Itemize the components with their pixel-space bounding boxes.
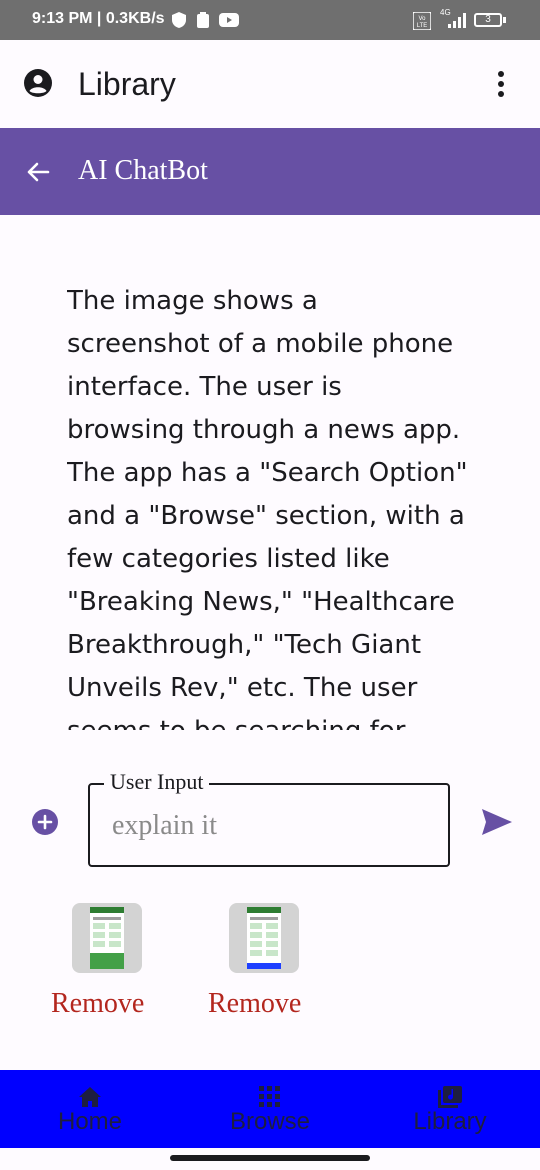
more-vert-icon[interactable] (495, 70, 507, 98)
status-bar: 9:13 PM | 0.3KB/s Vo LTE 4G 3 (0, 0, 540, 40)
chatbot-response: The image shows a screenshot of a mobile… (67, 286, 468, 730)
home-icon (79, 1087, 101, 1107)
nav-item-home[interactable]: Home (30, 1070, 150, 1148)
sim-icon (197, 12, 209, 28)
chat-title: AI ChatBot (78, 155, 208, 186)
shield-icon (172, 12, 186, 28)
grid-icon (259, 1086, 280, 1107)
signal-icon (448, 13, 466, 28)
svg-text:Vo: Vo (418, 16, 426, 22)
status-time: 9:13 PM | 0.3KB/s (32, 10, 165, 27)
gesture-handle (170, 1155, 370, 1161)
bottom-navigation: Home Browse Library (0, 1070, 540, 1148)
library-icon (438, 1086, 462, 1108)
user-input-field: User Input (88, 769, 450, 867)
back-arrow-icon[interactable] (26, 160, 50, 184)
page-title: Library (78, 66, 176, 102)
app-bar: Library (0, 40, 540, 128)
youtube-icon (219, 13, 239, 27)
attachment-thumbnail-1 (72, 903, 142, 973)
nav-label-library: Library (413, 1108, 487, 1135)
user-input-label: User Input (104, 769, 210, 795)
remove-attachment-button-2[interactable]: Remove (208, 988, 301, 1020)
nav-item-browse[interactable]: Browse (210, 1070, 330, 1148)
nav-label-home: Home (57, 1108, 123, 1135)
chat-toolbar: AI ChatBot (0, 128, 540, 215)
volte-icon: VoLTE (413, 12, 431, 30)
battery-level: 3 (485, 14, 491, 25)
battery-icon: 3 (474, 13, 502, 27)
screenshot-thumbnail-image (90, 907, 124, 969)
add-attachment-icon[interactable] (32, 809, 58, 835)
remove-attachment-button-1[interactable]: Remove (51, 988, 144, 1020)
send-icon[interactable] (481, 808, 513, 836)
user-input[interactable] (110, 803, 434, 849)
account-icon[interactable] (24, 69, 52, 97)
nav-label-browse: Browse (229, 1108, 311, 1135)
svg-text:LTE: LTE (417, 23, 428, 29)
attachment-thumbnail-2 (229, 903, 299, 973)
nav-item-library[interactable]: Library (390, 1070, 510, 1148)
battery-tip (503, 17, 506, 23)
screenshot-thumbnail-image (247, 907, 281, 969)
